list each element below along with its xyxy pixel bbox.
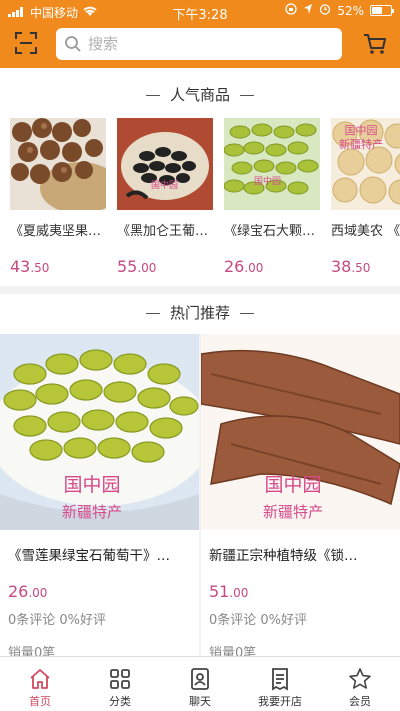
popular-carousel[interactable]: 《夏威夷坚果… 43.50 国中园 《黑加仑王葡… 55.00 国中园 《绿宝石… bbox=[10, 118, 400, 278]
scan-button[interactable] bbox=[14, 31, 38, 55]
search-box[interactable] bbox=[56, 28, 342, 60]
scan-icon bbox=[15, 32, 37, 54]
alarm-icon bbox=[319, 3, 331, 18]
tab-category[interactable]: 分类 bbox=[80, 657, 160, 711]
hot-section: 热门推荐 国中园 新疆特产 《雪莲果绿宝石葡萄干》… 26.00 0条评论 0%好… bbox=[0, 294, 400, 661]
product-price: 26.00 bbox=[8, 582, 48, 601]
hot-item-green-raisins[interactable]: 国中园 新疆特产 《雪莲果绿宝石葡萄干》… 26.00 0条评论 0%好评 销量0… bbox=[0, 334, 199, 661]
product-name: 西域美农 《 bbox=[331, 224, 400, 239]
grid-icon bbox=[110, 669, 130, 689]
search-icon bbox=[65, 36, 81, 52]
popular-item-black-raisins[interactable]: 国中园 《黑加仑王葡… 55.00 bbox=[117, 118, 213, 276]
lock-rotation-icon bbox=[285, 3, 297, 18]
product-image-green-raisins: 国中园 bbox=[224, 118, 320, 210]
product-price: 43.50 bbox=[10, 257, 50, 276]
brand-stamp: 国中园 新疆特产 bbox=[263, 474, 324, 521]
status-bar: 中国移动 下午3:28 52% bbox=[0, 0, 400, 23]
review-summary: 0条评论 0%好评 bbox=[209, 613, 308, 628]
chat-icon bbox=[191, 668, 209, 690]
top-header: 中国移动 下午3:28 52% bbox=[0, 0, 400, 68]
popular-title: 人气商品 bbox=[0, 68, 400, 116]
star-icon bbox=[349, 668, 371, 689]
search-input[interactable] bbox=[88, 35, 318, 53]
hot-title: 热门推荐 bbox=[0, 294, 400, 334]
product-name: 《夏威夷坚果… bbox=[10, 224, 102, 239]
tab-label: 我要开店 bbox=[258, 695, 302, 708]
tab-open-shop[interactable]: 我要开店 bbox=[240, 657, 320, 711]
product-price: 51.00 bbox=[209, 582, 249, 601]
product-price: 26.00 bbox=[224, 257, 264, 276]
battery-icon bbox=[370, 5, 394, 16]
bottom-tab-bar: 首页 分类 聊天 我要开店 会员 bbox=[0, 656, 400, 711]
battery-percent: 52% bbox=[337, 3, 364, 18]
tab-label: 分类 bbox=[109, 695, 131, 708]
popular-item-macadamia[interactable]: 《夏威夷坚果… 43.50 bbox=[10, 118, 106, 276]
product-price: 55.00 bbox=[117, 257, 157, 276]
location-icon bbox=[303, 3, 313, 18]
product-image-green-raisins: 国中园 新疆特产 bbox=[0, 334, 199, 530]
cart-icon bbox=[364, 34, 386, 54]
product-price: 38.50 bbox=[331, 257, 371, 276]
product-title: 《雪莲果绿宝石葡萄干》… bbox=[8, 548, 170, 564]
brand-stamp: 国中园 新疆特产 bbox=[62, 474, 123, 521]
open-shop-icon bbox=[272, 668, 288, 691]
tab-member[interactable]: 会员 bbox=[320, 657, 400, 711]
popular-item-dried-figs[interactable]: 国中园 新疆特产 西域美农 《 38.50 bbox=[331, 118, 400, 276]
product-image-cistanche: 国中园 新疆特产 bbox=[201, 334, 400, 530]
home-icon bbox=[30, 669, 50, 689]
product-name: 《黑加仑王葡… bbox=[117, 224, 209, 239]
popular-section: 人气商品 《夏威夷坚果… 43.50 国中园 《黑加仑王葡… 55.00 国中园… bbox=[0, 68, 400, 286]
product-name: 《绿宝石大颗… bbox=[224, 224, 316, 239]
product-image-dried-figs: 国中园 新疆特产 bbox=[331, 118, 400, 210]
tab-label: 会员 bbox=[349, 695, 371, 708]
cart-button[interactable] bbox=[362, 31, 388, 57]
tab-label: 聊天 bbox=[189, 695, 211, 708]
product-image-black-raisins: 国中园 bbox=[117, 118, 213, 210]
tab-chat[interactable]: 聊天 bbox=[160, 657, 240, 711]
popular-item-green-raisins[interactable]: 国中园 《绿宝石大颗… 26.00 bbox=[224, 118, 320, 276]
tab-label: 首页 bbox=[29, 695, 51, 708]
product-image-macadamia bbox=[10, 118, 106, 210]
tab-home[interactable]: 首页 bbox=[0, 657, 80, 711]
review-summary: 0条评论 0%好评 bbox=[8, 613, 107, 628]
product-title: 新疆正宗种植特级《锁… bbox=[209, 548, 358, 564]
hot-item-cistanche[interactable]: 国中园 新疆特产 新疆正宗种植特级《锁… 51.00 0条评论 0%好评 销量0笔 bbox=[201, 334, 400, 661]
